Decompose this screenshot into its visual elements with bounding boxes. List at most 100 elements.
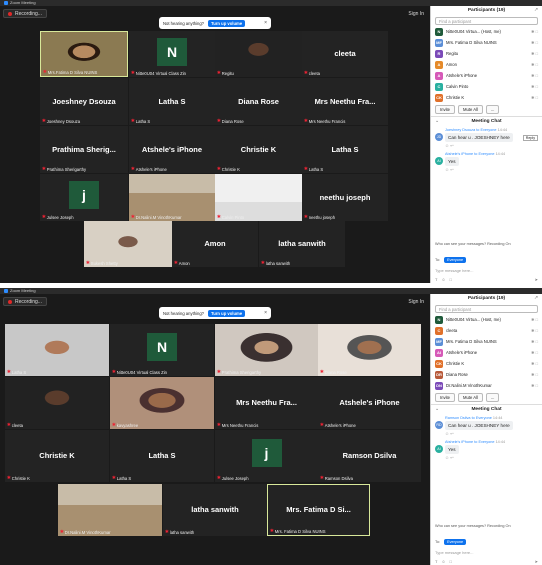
video-tile[interactable]: Amon ✱ Amon [172,221,258,267]
video-tile[interactable]: ✱ Calvin Pinto [215,174,302,221]
visibility-note[interactable]: Who can see your messages? Recording On [431,524,542,530]
send-icon[interactable]: ➤ [535,559,538,564]
video-tile[interactable]: Ramson Dsilva ✱ Ramson Dsilva [318,430,421,482]
participant-row[interactable]: R Regitu ✱ □ [431,48,542,59]
participant-row[interactable]: A Amon ✱ □ [431,59,542,70]
participant-row[interactable]: CK Christie K ✱ □ [431,358,542,369]
participant-row[interactable]: N Nitte0U04 Virtua... (Host, me) ✱ □ [431,314,542,325]
emoji-icon[interactable]: ☺ [441,277,445,282]
mic-icon[interactable]: ✱ □ [531,29,538,34]
visibility-note[interactable]: Who can see your messages? Recording On [431,242,542,248]
mic-icon[interactable]: ✱ □ [531,84,538,89]
video-tile[interactable]: ✱ Latha S [5,324,109,376]
emoji-icon[interactable]: ☺ [441,559,445,564]
message-text[interactable]: Yes [445,445,459,454]
mic-icon[interactable]: ✱ □ [531,73,538,78]
file-icon[interactable]: □ [450,277,452,282]
video-tile[interactable]: Christie K ✱ Christie K [5,430,109,482]
reaction-icon[interactable]: ☺ ↩ [445,143,538,148]
participant-row[interactable]: MF Mrs. Fatima D Silva NUINS ✱ □ [431,37,542,48]
participant-row[interactable]: Ccleeta ✱ □ [431,325,542,336]
video-tile[interactable]: cleeta ✱ cleeta [302,31,388,77]
reaction-icon[interactable]: ☺ ↩ [445,455,538,460]
video-tile[interactable]: ✱ Prathima Sherigarthy [215,324,318,376]
mic-icon[interactable]: ✱ □ [531,339,538,344]
video-tile[interactable]: Latha S ✱ Latha S [110,430,214,482]
mic-icon[interactable]: ✱ □ [531,62,538,67]
recording-indicator[interactable]: Recording... [3,9,47,18]
video-tile[interactable]: j ✱ Julsee Joseph [40,174,128,221]
mic-icon[interactable]: ✱ □ [531,317,538,322]
mic-icon[interactable]: ✱ □ [531,383,538,388]
format-icon[interactable]: T [435,559,437,564]
video-tile[interactable]: ✱ kavyashree [110,377,214,429]
participant-row[interactable]: AI Atshele's iPhone ✱ □ [431,347,542,358]
video-tile[interactable]: ✱ Dr.Nalini.M VinothKumar [129,174,215,221]
sign-in-link[interactable]: Sign In [408,299,424,305]
video-tile[interactable]: Latha S ✱ Latha S [302,126,388,173]
message-input[interactable]: Type message here... [431,266,542,275]
video-tile[interactable]: Mrs. Fatima D Si... ✱ Mrs. Fatima D Silva … [267,484,370,536]
participant-row[interactable]: CK Christie K ✱ □ [431,92,542,103]
video-tile[interactable]: Atshele's iPhone ✱ Atshele's iPhone [318,377,421,429]
video-tile[interactable]: Prathima Sherig... ✱ Prathima Sherigarthy [40,126,128,173]
mic-icon[interactable]: ✱ □ [531,372,538,377]
video-tile[interactable]: latha sanwith ✱ latha sanwith [163,484,267,536]
invite-button[interactable]: Invite [435,393,456,402]
invite-button[interactable]: Invite [435,105,456,114]
more-button[interactable]: ... [485,393,500,402]
video-tile[interactable]: Diana Rose ✱ Diana Rose [215,78,302,125]
send-icon[interactable]: ➤ [535,277,538,282]
turn-up-volume-button[interactable]: Turn up volume [207,309,246,317]
video-tile[interactable]: ✱ Regitu [215,31,302,77]
recording-indicator[interactable]: Recording... [3,297,47,306]
video-tile[interactable]: ✱ cleeta [5,377,109,429]
message-text[interactable]: Can hear u . JOESHNEY here [445,133,513,142]
reaction-icon[interactable]: ☺ ↩ [445,431,538,436]
mic-icon[interactable]: ✱ □ [531,95,538,100]
mute-all-button[interactable]: Mute All [458,393,483,402]
message-text[interactable]: Yes [445,157,459,166]
participant-search-input[interactable]: Find a participant [435,17,538,25]
video-tile[interactable]: Mrs Neethu Fra... ✱ Mrs Neethu Francis [215,377,318,429]
participant-row[interactable]: MF Mrs. Fatima D Silva NUINS ✱ □ [431,336,542,347]
mic-icon[interactable]: ✱ □ [531,51,538,56]
video-tile[interactable]: N ✱ Nitte0U04 Virtual Class Zin [129,31,215,77]
video-tile[interactable]: Joeshney Dsouza ✱ Joeshney Dsouza [40,78,128,125]
message-text[interactable]: Can hear u . JOESHNEY here [445,421,513,430]
popout-icon[interactable]: ↗ [534,6,538,16]
video-tile[interactable]: ✱ Sukesh Shetty [84,221,172,267]
participant-row[interactable]: N Nitte0U04 Virtua... (Host, me) ✱ □ [431,26,542,37]
video-tile[interactable]: ✱ Mrs.Fatima D Silva NUINS [40,31,128,77]
reply-button[interactable]: Reply [522,135,538,141]
popout-icon[interactable]: ↗ [534,294,538,304]
turn-up-volume-button[interactable]: Turn up volume [207,19,246,27]
participant-search-input[interactable]: Find a participant [435,305,538,313]
mic-icon[interactable]: ✱ □ [531,40,538,45]
participant-row[interactable]: DN Dr.Nalini.M VinothKumar ✱ □ [431,380,542,391]
video-tile[interactable]: N ✱ Nitte0U04 Virtual Class Zin [110,324,214,376]
sign-in-link[interactable]: Sign In [408,11,424,17]
participant-row[interactable]: DR Diana Rose ✱ □ [431,369,542,380]
recipient-select[interactable]: Everyone [444,257,467,263]
recipient-select[interactable]: Everyone [444,539,467,545]
mic-icon[interactable]: ✱ □ [531,328,538,333]
participant-row[interactable]: A Atshele's iPhone ✱ □ [431,70,542,81]
mic-icon[interactable]: ✱ □ [531,350,538,355]
message-input[interactable]: Type message here... [431,548,542,557]
video-tile[interactable]: Atshele's iPhone ✱ Atshele's iPhone [129,126,215,173]
mute-all-button[interactable]: Mute All [458,105,483,114]
mic-icon[interactable]: ✱ □ [531,361,538,366]
reaction-icon[interactable]: ☺ ↩ [445,167,538,172]
video-tile[interactable]: Mrs Neethu Fra... ✱ Mrs Neethu Francis [302,78,388,125]
video-tile[interactable]: Latha S ✱ Latha S [129,78,215,125]
format-icon[interactable]: T [435,277,437,282]
video-tile[interactable]: latha sanwith ✱ latha sanwith [259,221,345,267]
close-icon[interactable]: × [264,310,267,316]
video-tile[interactable]: ✱ Dr.Nalini.M VinothKumar [58,484,162,536]
participant-row[interactable]: C Calvin Pinto ✱ □ [431,81,542,92]
video-tile[interactable]: Christie K ✱ Christie K [215,126,302,173]
video-tile[interactable]: j ✱ Julsee Joseph [215,430,318,482]
close-icon[interactable]: × [264,20,267,26]
file-icon[interactable]: □ [450,559,452,564]
